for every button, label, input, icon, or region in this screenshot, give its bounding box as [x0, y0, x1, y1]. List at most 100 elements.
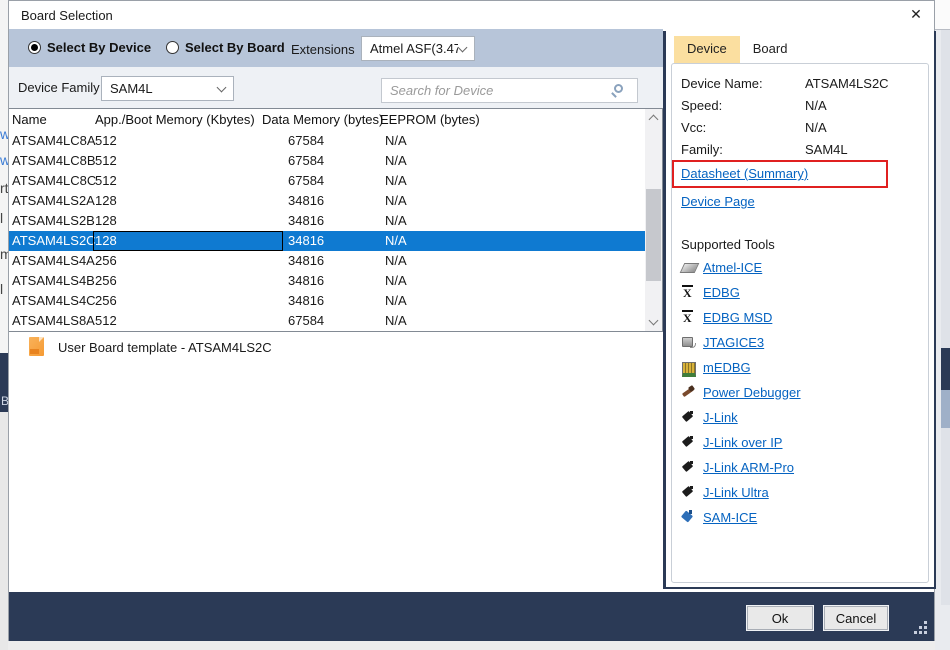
tab-device[interactable]: Device [674, 36, 740, 63]
cell-eeprom: N/A [385, 313, 407, 328]
cell-app-boot-memory: 512 [95, 173, 117, 188]
title-bar[interactable]: Board Selection ✕ [9, 1, 934, 29]
resize-grip-icon[interactable] [913, 620, 927, 634]
cell-data-memory: 34816 [288, 293, 325, 308]
user-board-template-item[interactable]: User Board template - ATSAM4LS2C [9, 332, 663, 362]
datasheet-summary-link[interactable]: Datasheet (Summary) [681, 166, 808, 181]
search-input[interactable] [390, 80, 605, 101]
search-box [381, 78, 638, 103]
field-label: Family: [681, 142, 723, 157]
field-value: N/A [805, 120, 827, 135]
cell-name: ATSAM4LS2B [12, 213, 95, 228]
column-header[interactable]: EEPROM (bytes) [380, 109, 480, 131]
tool-link[interactable]: EDBG [703, 285, 740, 300]
mode-toolbar: Select By Device Select By Board Extensi… [9, 29, 663, 67]
select-by-board-radio[interactable]: Select By Board [166, 40, 285, 55]
table-row[interactable]: ATSAM4LC8C 512 67584 N/A [9, 171, 645, 191]
panel-content: Device Name: ATSAM4LS2C Speed: N/A Vcc: N/A Fa… [671, 63, 929, 583]
table-row[interactable]: ATSAM4LC8A 512 67584 N/A [9, 131, 645, 151]
tool-link[interactable]: J-Link [703, 410, 738, 425]
cancel-button[interactable]: Cancel [823, 605, 889, 631]
sam-ice-icon [681, 510, 697, 524]
ok-button[interactable]: Ok [746, 605, 814, 631]
table-header: Name App./Boot Memory (Kbytes) Data Memory… [9, 109, 645, 131]
cell-eeprom: N/A [385, 193, 407, 208]
tool-item: mEDBG [681, 357, 751, 377]
tool-link[interactable]: J-Link ARM-Pro [703, 460, 794, 475]
table-scrollbar[interactable] [645, 109, 662, 331]
cell-eeprom: N/A [385, 213, 407, 228]
dialog-title: Board Selection [21, 8, 113, 23]
board-template-file-icon [29, 337, 44, 356]
cell-app-boot-memory: 256 [95, 293, 117, 308]
tool-item: Power Debugger [681, 382, 801, 402]
tool-link[interactable]: Atmel-ICE [703, 260, 762, 275]
cell-name: ATSAM4LC8A [12, 133, 96, 148]
table-row[interactable]: ATSAM4LC8B 512 67584 N/A [9, 151, 645, 171]
footer-bar: Ok Cancel [9, 592, 934, 641]
close-icon[interactable]: ✕ [906, 6, 926, 24]
cell-eeprom: N/A [385, 253, 407, 268]
select-by-device-radio[interactable]: Select By Device [28, 40, 151, 55]
panel-tabs: Device Board [674, 36, 800, 63]
cell-data-memory: 34816 [288, 273, 325, 288]
radio-selected-icon [28, 41, 41, 54]
field-row: Device Name: ATSAM4LS2C [672, 76, 928, 98]
cell-name: ATSAM4LS4B [12, 273, 95, 288]
column-header[interactable]: Name [12, 109, 47, 131]
tool-item: JTAGICE3 [681, 332, 764, 352]
tab-board[interactable]: Board [740, 36, 801, 63]
cell-data-memory: 67584 [288, 153, 325, 168]
device-family-label: Device Family [18, 80, 100, 95]
column-header[interactable]: App./Boot Memory (Kbytes) [95, 109, 255, 131]
tool-link[interactable]: mEDBG [703, 360, 751, 375]
chevron-down-icon [457, 42, 468, 52]
field-label: Device Name: [681, 76, 763, 91]
cell-data-memory: 34816 [288, 193, 325, 208]
device-info-panel: Device Board Device Name: ATSAM4LS2C Speed:… [663, 31, 936, 589]
cell-data-memory: 67584 [288, 313, 325, 328]
tool-link[interactable]: SAM-ICE [703, 510, 757, 525]
scroll-up-icon[interactable] [648, 114, 659, 125]
tool-item: EDBG MSD [681, 307, 772, 327]
table-row[interactable]: ATSAM4LS4A 256 34816 N/A [9, 251, 645, 271]
tool-link[interactable]: JTAGICE3 [703, 335, 764, 350]
extensions-label: Extensions [291, 42, 355, 57]
column-header[interactable]: Data Memory (bytes) [262, 109, 383, 131]
background-navy-fragment: B [0, 353, 8, 412]
extensions-dropdown[interactable]: Atmel ASF(3.47. [361, 36, 475, 61]
table-row[interactable]: ATSAM4LS2A 128 34816 N/A [9, 191, 645, 211]
table-body: ATSAM4LC8A 512 67584 N/A ATSAM4LC8B 512 … [9, 131, 645, 331]
select-by-device-label: Select By Device [47, 40, 152, 55]
table-row[interactable]: ATSAM4LS2B 128 34816 N/A [9, 211, 645, 231]
cell-app-boot-memory: 512 [95, 313, 117, 328]
tool-link[interactable]: EDBG MSD [703, 310, 772, 325]
tool-item: SAM-ICE [681, 507, 757, 527]
scroll-down-icon[interactable] [648, 315, 659, 326]
tool-item: J-Link ARM-Pro [681, 457, 794, 477]
table-row[interactable]: ATSAM4LS4B 256 34816 N/A [9, 271, 645, 291]
tool-item: J-Link over IP [681, 432, 782, 452]
cell-name: ATSAM4LS2C [12, 233, 96, 248]
cell-eeprom: N/A [385, 133, 407, 148]
cell-app-boot-memory: 256 [95, 273, 117, 288]
tool-item: J-Link Ultra [681, 482, 769, 502]
cell-name: ATSAM4LS2A [12, 193, 95, 208]
field-value: N/A [805, 98, 827, 113]
device-page-link[interactable]: Device Page [681, 194, 755, 209]
tool-link[interactable]: Power Debugger [703, 385, 801, 400]
tool-item: J-Link [681, 407, 738, 427]
table-row[interactable]: ATSAM4LS8A 512 67584 N/A [9, 311, 645, 331]
scrollbar-thumb[interactable] [646, 189, 661, 281]
cell-data-memory: 67584 [288, 173, 325, 188]
search-icon [614, 84, 623, 93]
table-row[interactable]: ATSAM4LS2C 128 34816 N/A [9, 231, 645, 251]
background-scrollbar [941, 30, 950, 605]
background-window-left: w w rt l m l B [0, 0, 8, 650]
tool-link[interactable]: J-Link Ultra [703, 485, 769, 500]
cell-data-memory: 34816 [288, 253, 325, 268]
tool-link[interactable]: J-Link over IP [703, 435, 782, 450]
cell-eeprom: N/A [385, 293, 407, 308]
table-row[interactable]: ATSAM4LS4C 256 34816 N/A [9, 291, 645, 311]
device-family-dropdown[interactable]: SAM4L [101, 76, 234, 101]
